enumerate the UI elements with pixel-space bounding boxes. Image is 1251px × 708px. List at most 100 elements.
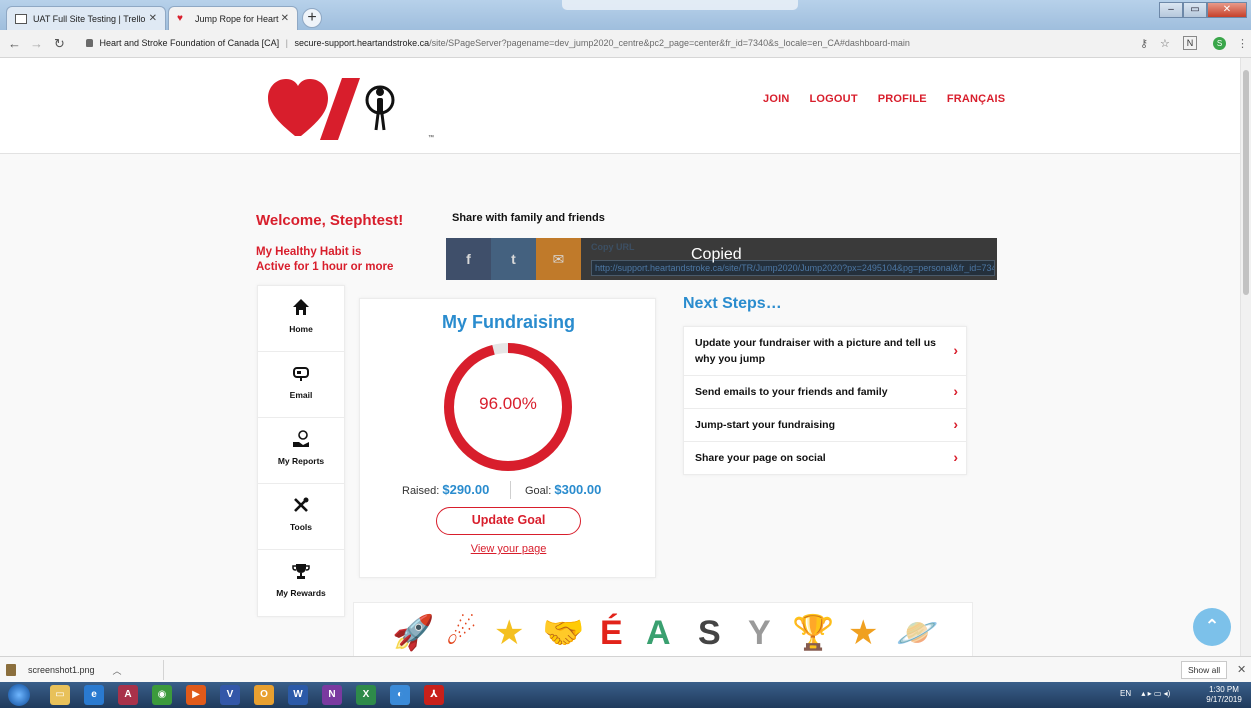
twitter-share-button[interactable]: t — [491, 238, 536, 280]
show-all-button[interactable]: Show all — [1181, 661, 1228, 679]
update-goal-button[interactable]: Update Goal — [436, 507, 581, 535]
onenote-icon[interactable]: N — [322, 685, 342, 705]
new-tab-button[interactable]: + — [302, 8, 322, 28]
acrobat-icon[interactable]: ⅄ — [424, 685, 444, 705]
chevron-right-icon: › — [953, 449, 958, 465]
tab-title: Jump Rope for Heart / Sautons e — [194, 13, 281, 24]
heart-and-stroke-logo[interactable] — [268, 78, 428, 140]
visio-icon[interactable]: V — [220, 685, 240, 705]
forward-icon[interactable]: → — [30, 36, 43, 51]
handshake-badge-icon[interactable]: 🤝 — [542, 613, 584, 653]
address-bar: ← → ↻ Heart and Stroke Foundation of Can… — [0, 30, 1251, 58]
file-explorer-icon[interactable]: ▭ — [50, 685, 70, 705]
next-step-label: Share your page on social — [695, 452, 826, 464]
y-letter-badge-icon[interactable]: Y — [748, 613, 771, 653]
welcome-heading: Welcome, Stephtest! — [256, 212, 404, 229]
sidenav-item-tools[interactable]: Tools — [258, 484, 344, 550]
chevron-up-icon[interactable]: ︿ — [113, 664, 122, 677]
menu-icon[interactable]: ⋮ — [1237, 37, 1248, 50]
next-steps-list: Update your fundraiser with a picture an… — [683, 326, 967, 475]
habit-line1: My Healthy Habit is — [256, 246, 362, 258]
sidenav-item-home[interactable]: Home — [258, 286, 344, 352]
url-host: secure-support.heartandstroke.ca — [294, 38, 430, 48]
facebook-share-button[interactable]: f — [446, 238, 491, 280]
goal-value: $300.00 — [554, 482, 602, 497]
star-badge-icon[interactable]: ★ — [494, 613, 524, 653]
key-icon[interactable]: ⚷ — [1140, 37, 1148, 50]
tab-jump-rope[interactable]: ♥ Jump Rope for Heart / Sautons e ✕ — [168, 6, 298, 30]
scroll-to-top-button[interactable]: ⌃ — [1193, 608, 1231, 646]
reload-icon[interactable]: ↻ — [54, 36, 65, 52]
habit-line2: Active for 1 hour or more — [256, 261, 394, 273]
next-step-share-social[interactable]: Share your page on social › — [684, 442, 966, 474]
restore-icon[interactable]: ▭ — [1183, 2, 1207, 18]
minimize-icon[interactable]: – — [1159, 2, 1183, 18]
back-icon[interactable]: ← — [8, 36, 21, 51]
page-scrollbar[interactable] — [1240, 58, 1251, 656]
next-step-send-emails[interactable]: Send emails to your friends and family › — [684, 376, 966, 409]
copy-url-field[interactable]: http://support.heartandstroke.ca/site/TR… — [591, 260, 995, 276]
url-field[interactable]: Heart and Stroke Foundation of Canada [C… — [86, 38, 910, 48]
logout-link[interactable]: LOGOUT — [809, 93, 857, 105]
shooting-star-badge-icon[interactable]: ★ — [848, 613, 878, 653]
outlook-icon[interactable]: O — [254, 685, 274, 705]
chevron-right-icon: › — [953, 342, 958, 358]
browser-icon[interactable]: ◐ — [390, 685, 410, 705]
close-icon[interactable]: ✕ — [1237, 663, 1246, 676]
page-content: ™ JOIN LOGOUT PROFILE FRANÇAIS Welcome, … — [0, 58, 1240, 656]
sidenav-item-email[interactable]: Email — [258, 352, 344, 418]
chevron-right-icon: › — [953, 416, 958, 432]
system-tray[interactable]: EN ▴ ▸ ▭ ◂) — [1120, 689, 1170, 698]
e-apple-badge-icon[interactable]: É — [600, 613, 623, 653]
clock-time: 1:30 PM — [1209, 685, 1239, 694]
raised-value: $290.00 — [442, 482, 490, 497]
media-player-icon[interactable]: ▶ — [186, 685, 206, 705]
progress-percent: 96.00% — [479, 394, 537, 413]
extension-icon[interactable]: N — [1183, 36, 1197, 50]
internet-explorer-icon[interactable]: e — [84, 685, 104, 705]
trophy-badge-icon[interactable]: 🏆 — [792, 613, 834, 653]
view-your-page-link[interactable]: View your page — [360, 543, 657, 555]
tab-trello[interactable]: UAT Full Site Testing | Trello ✕ — [6, 6, 166, 30]
taskbar-clock[interactable]: 1:30 PM 9/17/2019 — [1200, 685, 1248, 705]
fundraising-card: My Fundraising 96.00% Raised: $290.00 Go… — [359, 298, 656, 578]
next-step-jump-start[interactable]: Jump-start your fundraising › — [684, 409, 966, 442]
a-letter-badge-icon[interactable]: A — [646, 613, 671, 653]
sidenav-label: Tools — [289, 522, 313, 532]
sidenav-item-my-reports[interactable]: My Reports — [258, 418, 344, 484]
copy-url-label[interactable]: Copy URL — [591, 242, 635, 252]
profile-avatar[interactable]: S — [1213, 37, 1226, 50]
window-grip — [562, 0, 798, 10]
rocket-badge-icon[interactable]: 🚀 — [392, 613, 434, 653]
join-link[interactable]: JOIN — [763, 93, 789, 105]
scrollbar-thumb[interactable] — [1243, 70, 1249, 295]
s-letter-badge-icon[interactable]: S — [698, 613, 721, 653]
mailbox-icon — [258, 364, 344, 386]
close-icon[interactable]: ✕ — [281, 13, 289, 24]
bookmark-star-icon[interactable]: ☆ — [1160, 37, 1170, 50]
word-icon[interactable]: W — [288, 685, 308, 705]
side-nav: Home Email My Reports Tools My Rewards — [257, 285, 345, 617]
access-icon[interactable]: A — [118, 685, 138, 705]
sidenav-label: My Rewards — [276, 588, 326, 598]
download-separator — [163, 660, 164, 680]
download-item[interactable]: screenshot1.png ︿ — [6, 661, 122, 679]
next-step-label: Jump-start your fundraising — [695, 419, 836, 431]
francais-link[interactable]: FRANÇAIS — [947, 93, 1005, 105]
share-title: Share with family and friends — [452, 212, 605, 224]
next-step-update-fundraiser[interactable]: Update your fundraiser with a picture an… — [684, 327, 966, 376]
start-button[interactable] — [8, 684, 30, 706]
profile-link[interactable]: PROFILE — [878, 93, 927, 105]
excel-icon[interactable]: X — [356, 685, 376, 705]
close-window-icon[interactable]: ✕ — [1207, 2, 1247, 18]
sidenav-item-my-rewards[interactable]: My Rewards — [258, 550, 344, 616]
download-filename: screenshot1.png — [28, 665, 95, 675]
chrome-icon[interactable]: ◉ — [152, 685, 172, 705]
planet-badge-icon[interactable]: 🪐 — [896, 613, 938, 653]
comet-badge-icon[interactable]: ☄ — [446, 613, 476, 653]
trophy-icon — [258, 562, 344, 584]
close-icon[interactable]: ✕ — [149, 13, 157, 24]
email-share-button[interactable]: ✉ — [536, 238, 581, 280]
tray-icons: ▴ ▸ ▭ ◂) — [1141, 689, 1171, 698]
reports-icon — [258, 430, 344, 452]
